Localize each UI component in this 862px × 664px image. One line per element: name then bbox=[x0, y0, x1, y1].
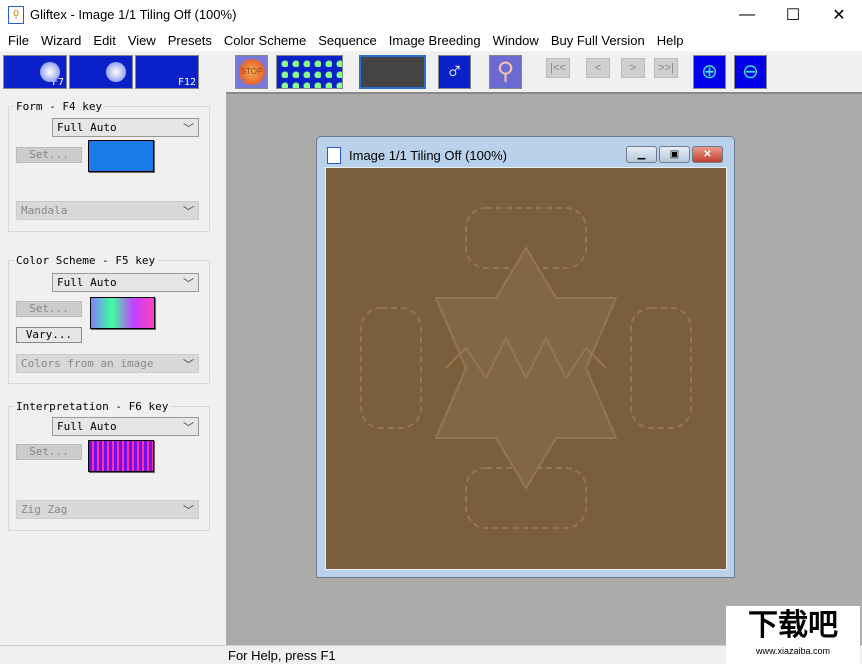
menu-color-scheme[interactable]: Color Scheme bbox=[218, 30, 312, 51]
stop-button[interactable]: STOP bbox=[235, 55, 268, 89]
zoom-in-icon[interactable]: ⊕ bbox=[693, 55, 726, 89]
first-button[interactable]: |<< bbox=[546, 58, 570, 78]
interpretation-set-button[interactable]: Set... bbox=[16, 444, 82, 460]
generated-image[interactable] bbox=[325, 167, 727, 570]
last-button[interactable]: >>| bbox=[654, 58, 678, 78]
control-panel: Form - F4 key Full Auto ﹀ Set... Mandala ﹀… bbox=[0, 92, 226, 645]
color-thumbnail[interactable] bbox=[90, 297, 155, 329]
maximize-button[interactable]: ☐ bbox=[770, 0, 816, 30]
chevron-down-icon: ﹀ bbox=[183, 205, 194, 218]
form-thumbnail[interactable] bbox=[88, 140, 154, 172]
chevron-down-icon: ﹀ bbox=[183, 421, 194, 434]
form-mode-select[interactable]: Full Auto ﹀ bbox=[52, 118, 199, 137]
chevron-down-icon: ﹀ bbox=[183, 358, 194, 371]
interpretation-thumbnail[interactable] bbox=[88, 440, 154, 472]
sequence-button[interactable] bbox=[359, 55, 426, 89]
vary-button[interactable]: Vary... bbox=[16, 327, 82, 343]
child-close-button[interactable]: ✕ bbox=[692, 146, 723, 163]
tiling-button[interactable] bbox=[276, 55, 343, 89]
form-type-select[interactable]: Mandala ﹀ bbox=[16, 201, 199, 220]
chevron-down-icon: ﹀ bbox=[183, 504, 194, 517]
title-bar: ǫ Gliftex - Image 1/1 Tiling Off (100%) … bbox=[0, 0, 862, 30]
app-icon: ǫ bbox=[8, 6, 24, 24]
form-set-button[interactable]: Set... bbox=[16, 147, 82, 163]
menu-file[interactable]: File bbox=[2, 30, 35, 51]
next-button[interactable]: > bbox=[621, 58, 645, 78]
pattern-shape bbox=[360, 307, 422, 429]
child-restore-button[interactable]: ▣ bbox=[659, 146, 690, 163]
color-mode-select[interactable]: Full Auto ﹀ bbox=[52, 273, 199, 292]
prev-button[interactable]: < bbox=[586, 58, 610, 78]
female-icon[interactable]: ⚲ bbox=[489, 55, 522, 89]
menu-buy[interactable]: Buy Full Version bbox=[545, 30, 651, 51]
pattern-shape bbox=[434, 246, 618, 490]
image-window-title: Image 1/1 Tiling Off (100%) bbox=[349, 148, 508, 163]
menu-view[interactable]: View bbox=[122, 30, 162, 51]
menu-edit[interactable]: Edit bbox=[87, 30, 121, 51]
color-set-button[interactable]: Set... bbox=[16, 301, 82, 317]
f12-button[interactable]: F12 bbox=[135, 55, 199, 89]
pattern-shape bbox=[630, 307, 692, 429]
chevron-down-icon: ﹀ bbox=[183, 277, 194, 290]
menu-image-breeding[interactable]: Image Breeding bbox=[383, 30, 487, 51]
image-window-icon bbox=[327, 147, 341, 164]
menu-sequence[interactable]: Sequence bbox=[312, 30, 383, 51]
window-title: Gliftex - Image 1/1 Tiling Off (100%) bbox=[30, 7, 237, 22]
pattern-art bbox=[360, 207, 692, 529]
menu-presets[interactable]: Presets bbox=[162, 30, 218, 51]
interpretation-style-select[interactable]: Zig Zag ﹀ bbox=[16, 500, 199, 519]
close-button[interactable]: ✕ bbox=[816, 0, 862, 30]
menu-help[interactable]: Help bbox=[651, 30, 690, 51]
child-minimize-button[interactable]: ▁ bbox=[626, 146, 657, 163]
interpretation-button[interactable] bbox=[69, 55, 133, 89]
menu-window[interactable]: Window bbox=[487, 30, 545, 51]
image-window[interactable]: Image 1/1 Tiling Off (100%) ▁ ▣ ✕ bbox=[316, 136, 735, 578]
zoom-out-icon[interactable]: ⊖ bbox=[734, 55, 767, 89]
toolbar: F7 F12 STOP ♂ ⚲ |<< < > >>| ⊕ ⊖ bbox=[0, 52, 862, 92]
minimize-button[interactable]: — bbox=[724, 0, 770, 30]
watermark-logo: 下载吧 www.xiazaiba.com bbox=[726, 606, 860, 664]
male-icon[interactable]: ♂ bbox=[438, 55, 471, 89]
menu-bar: File Wizard Edit View Presets Color Sche… bbox=[0, 30, 862, 51]
interpretation-mode-select[interactable]: Full Auto ﹀ bbox=[52, 417, 199, 436]
chevron-down-icon: ﹀ bbox=[183, 122, 194, 135]
color-source-select[interactable]: Colors from an image ﹀ bbox=[16, 354, 199, 373]
menu-wizard[interactable]: Wizard bbox=[35, 30, 87, 51]
form-f7-button[interactable]: F7 bbox=[3, 55, 67, 89]
